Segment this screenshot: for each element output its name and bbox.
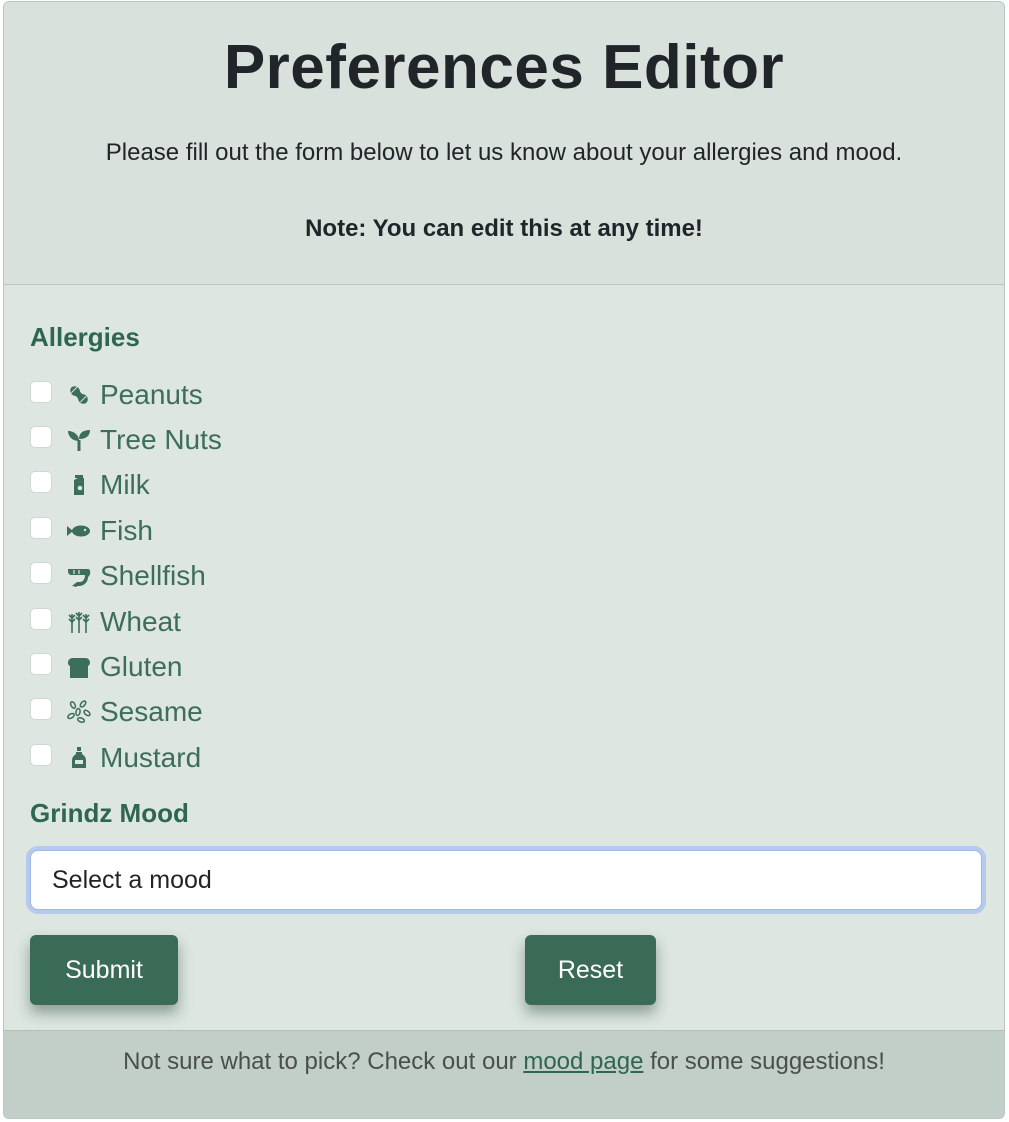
allergy-option-mustard[interactable]: Mustard: [30, 740, 201, 776]
mood-select[interactable]: Select a mood: [30, 850, 982, 910]
allergy-option-shellfish[interactable]: Shellfish: [30, 558, 206, 594]
allergy-option-peanuts[interactable]: Peanuts: [30, 377, 203, 413]
seeds-icon: [66, 699, 92, 725]
allergy-option-gluten[interactable]: Gluten: [30, 649, 183, 685]
allergy-label: Mustard: [100, 742, 202, 773]
peanut-icon: [66, 382, 92, 408]
allergy-label: Gluten: [100, 651, 183, 682]
allergy-option-milk[interactable]: Milk: [30, 467, 150, 503]
allergy-label: Wheat: [100, 606, 181, 637]
wheat-checkbox[interactable]: [30, 608, 52, 630]
allergy-label: Peanuts: [100, 379, 203, 410]
seedling-icon: [66, 427, 92, 453]
intro-text: Please fill out the form below to let us…: [105, 139, 903, 166]
reset-button[interactable]: Reset: [525, 935, 656, 1005]
sesame-checkbox[interactable]: [30, 698, 52, 720]
tree-nuts-checkbox[interactable]: [30, 426, 52, 448]
allergy-label: Sesame: [100, 696, 203, 727]
submit-button[interactable]: Submit: [30, 935, 178, 1005]
footer-text-suffix: for some suggestions!: [643, 1048, 885, 1075]
fish-checkbox[interactable]: [30, 517, 52, 539]
milk-carton-icon: [66, 472, 92, 498]
bottle-icon: [66, 745, 92, 771]
allergy-option-wheat[interactable]: Wheat: [30, 604, 181, 640]
fish-icon: [66, 518, 92, 544]
allergy-option-sesame[interactable]: Sesame: [30, 694, 203, 730]
card-header: Preferences Editor Please fill out the f…: [4, 2, 1004, 285]
allergies-label: Allergies: [30, 322, 140, 352]
peanuts-checkbox[interactable]: [30, 381, 52, 403]
allergy-label: Shellfish: [100, 560, 206, 591]
card-footer: Not sure what to pick? Check out our moo…: [4, 1030, 1004, 1118]
mood-select-value: Select a mood: [52, 865, 212, 894]
bread-icon: [66, 654, 92, 680]
allergy-option-fish[interactable]: Fish: [30, 513, 153, 549]
allergy-option-tree-nuts[interactable]: Tree Nuts: [30, 422, 222, 458]
mustard-checkbox[interactable]: [30, 744, 52, 766]
allergy-label: Fish: [100, 515, 153, 546]
page-title: Preferences Editor: [223, 33, 785, 102]
allergy-label: Milk: [100, 469, 150, 500]
gluten-checkbox[interactable]: [30, 653, 52, 675]
note-text: Note: You can edit this at any time!: [305, 215, 703, 242]
wheat-icon: [66, 609, 92, 635]
footer-text-prefix: Not sure what to pick? Check out our: [123, 1048, 524, 1075]
shrimp-icon: [66, 563, 92, 589]
preferences-card: Preferences Editor Please fill out the f…: [3, 1, 1005, 1119]
preferences-form: Allergies Peanuts Tree Nuts Milk Fish Sh…: [4, 285, 1004, 1030]
milk-checkbox[interactable]: [30, 471, 52, 493]
allergy-label: Tree Nuts: [100, 424, 222, 455]
mood-label: Grindz Mood: [30, 798, 189, 828]
shellfish-checkbox[interactable]: [30, 562, 52, 584]
mood-page-link[interactable]: mood page: [523, 1048, 643, 1075]
